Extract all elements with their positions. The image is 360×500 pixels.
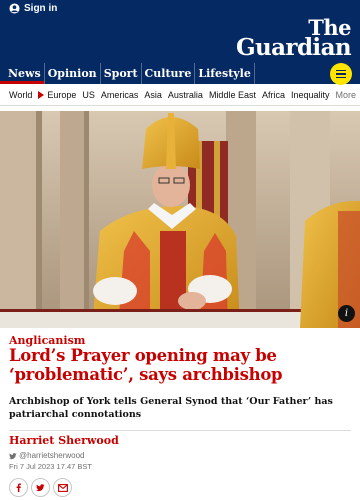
byline-author[interactable]: Harriet Sherwood	[9, 434, 119, 447]
hamburger-icon[interactable]	[330, 63, 352, 85]
subnav-more[interactable]: More	[335, 90, 356, 100]
publish-date: Fri 7 Jul 2023 17.47 BST	[9, 462, 92, 471]
headline: Lord’s Prayer opening may be ‘problemati…	[9, 346, 283, 384]
twitter-icon[interactable]	[31, 478, 50, 497]
masthead: Sign in The Guardian	[0, 0, 360, 63]
envelope-glyph	[57, 483, 68, 492]
subnav-item-africa[interactable]: Africa	[262, 90, 285, 100]
sub-nav: World Europe US Americas Asia Australia …	[0, 84, 360, 106]
facebook-glyph	[16, 483, 21, 492]
subnav-item-americas[interactable]: Americas	[101, 90, 139, 100]
twitter-handle[interactable]: @harrietsherwood	[9, 451, 84, 460]
twitter-handle-label: @harrietsherwood	[19, 451, 85, 460]
logo-line-guardian: Guardian	[235, 34, 352, 61]
subnav-item-inequality[interactable]: Inequality	[291, 90, 330, 100]
subnav-item-australia[interactable]: Australia	[168, 90, 203, 100]
subnav-item-europe[interactable]: Europe	[38, 90, 76, 100]
info-icon[interactable]: i	[338, 305, 355, 322]
guardian-logo[interactable]: The Guardian	[235, 17, 352, 61]
standfirst: Archbishop of York tells General Synod t…	[9, 396, 333, 420]
pillar-lifestyle[interactable]: Lifestyle	[195, 63, 255, 84]
subnav-item-us[interactable]: US	[82, 90, 95, 100]
email-icon[interactable]	[53, 478, 72, 497]
pillar-nav: News Opinion Sport Culture Lifestyle	[0, 63, 360, 84]
sign-in-link[interactable]: Sign in	[9, 1, 57, 15]
user-icon	[9, 2, 20, 14]
hero-image	[0, 111, 360, 328]
divider	[9, 430, 351, 431]
subnav-item-middle-east[interactable]: Middle East	[209, 90, 256, 100]
twitter-bird-icon	[9, 452, 17, 459]
share-buttons	[9, 478, 72, 497]
twitter-glyph	[36, 484, 45, 492]
pillar-sport[interactable]: Sport	[101, 63, 142, 84]
subnav-item-asia[interactable]: Asia	[144, 90, 162, 100]
subnav-item-world[interactable]: World	[9, 90, 32, 100]
pillar-opinion[interactable]: Opinion	[45, 63, 101, 84]
current-section-marker-icon	[38, 90, 45, 99]
facebook-icon[interactable]	[9, 478, 28, 497]
archbishop-photo	[0, 111, 360, 328]
sign-in-label: Sign in	[24, 2, 58, 14]
subnav-item-europe-label: Europe	[47, 89, 77, 100]
pillar-news[interactable]: News	[0, 63, 45, 84]
pillar-culture[interactable]: Culture	[142, 63, 196, 84]
